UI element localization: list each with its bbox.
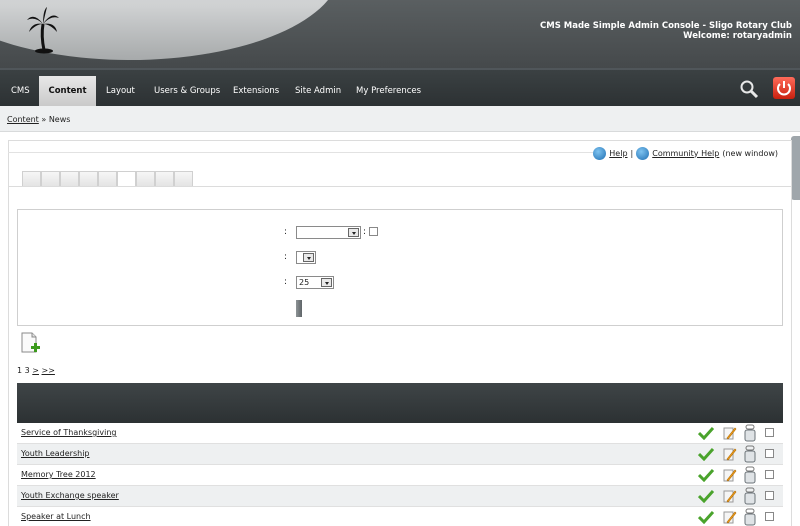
tab-3[interactable] bbox=[60, 171, 79, 187]
breadcrumb: Content » News bbox=[7, 115, 70, 124]
select-row-checkbox[interactable] bbox=[765, 428, 774, 437]
chevron-down-icon bbox=[321, 278, 332, 287]
table-row: Youth Exchange speaker bbox=[17, 486, 783, 507]
add-article-icon[interactable] bbox=[19, 332, 41, 354]
tab-5[interactable] bbox=[98, 171, 117, 187]
article-title-link[interactable]: Speaker at Lunch bbox=[21, 512, 91, 521]
chevron-down-icon bbox=[303, 253, 314, 262]
help-divider bbox=[8, 152, 602, 153]
tabs-underline bbox=[8, 186, 792, 187]
article-title-link[interactable]: Memory Tree 2012 bbox=[21, 470, 96, 479]
edit-pencil-icon[interactable] bbox=[723, 425, 737, 441]
search-icon[interactable] bbox=[739, 79, 759, 99]
tab-6-active[interactable] bbox=[117, 171, 136, 187]
edit-pencil-icon[interactable] bbox=[723, 488, 737, 504]
published-check-icon[interactable] bbox=[698, 510, 714, 524]
module-tabs bbox=[22, 171, 193, 187]
submit-button[interactable] bbox=[296, 300, 302, 317]
nav-my-preferences[interactable]: My Preferences bbox=[356, 70, 421, 106]
community-help-link[interactable]: Community Help bbox=[652, 149, 719, 158]
nav-users-groups[interactable]: Users & Groups bbox=[154, 70, 220, 106]
published-check-icon[interactable] bbox=[698, 489, 714, 503]
nav-layout[interactable]: Layout bbox=[106, 70, 135, 106]
article-title-link[interactable]: Youth Leadership bbox=[21, 449, 90, 458]
tab-1[interactable] bbox=[22, 171, 41, 187]
copy-article-icon[interactable] bbox=[744, 466, 756, 484]
logout-power-icon[interactable] bbox=[773, 77, 795, 99]
breadcrumb-bar: Content » News bbox=[0, 106, 800, 132]
tab-4[interactable] bbox=[79, 171, 98, 187]
edit-pencil-icon[interactable] bbox=[723, 446, 737, 462]
filter-sort-colon: : bbox=[284, 252, 288, 262]
select-row-checkbox[interactable] bbox=[765, 470, 774, 479]
copy-article-icon[interactable] bbox=[744, 487, 756, 505]
table-row: Service of Thanksgiving bbox=[17, 423, 783, 444]
tab-9[interactable] bbox=[174, 171, 193, 187]
nav-site-admin[interactable]: Site Admin bbox=[295, 70, 341, 106]
nav-content[interactable]: Content bbox=[39, 76, 96, 108]
nav-extensions[interactable]: Extensions bbox=[233, 70, 279, 106]
side-drawer-tab[interactable] bbox=[791, 136, 800, 200]
app-header: CMS Made Simple Admin Console - Sligo Ro… bbox=[0, 0, 800, 68]
copy-article-icon[interactable] bbox=[744, 445, 756, 463]
breadcrumb-separator: » bbox=[38, 115, 49, 124]
articles-table-header bbox=[17, 383, 783, 423]
page-size-select[interactable]: 25 bbox=[296, 276, 334, 289]
main-nav: CMS Content Layout Users & Groups Extens… bbox=[0, 68, 800, 108]
breadcrumb-content-link[interactable]: Content bbox=[7, 115, 39, 124]
help-separator: | bbox=[630, 148, 634, 158]
chevron-down-icon bbox=[348, 228, 359, 237]
pager-current-page: 1 bbox=[17, 366, 23, 375]
filter-box bbox=[17, 209, 783, 326]
article-title-link[interactable]: Youth Exchange speaker bbox=[21, 491, 119, 500]
select-row-checkbox[interactable] bbox=[765, 512, 774, 521]
edit-pencil-icon[interactable] bbox=[723, 467, 737, 483]
table-row: Memory Tree 2012 bbox=[17, 465, 783, 486]
category-select[interactable] bbox=[296, 226, 361, 239]
table-row: Speaker at Lunch bbox=[17, 507, 783, 526]
show-children-checkbox[interactable] bbox=[369, 227, 378, 236]
pagination: 1 3 > >> bbox=[17, 366, 55, 375]
copy-article-icon[interactable] bbox=[744, 424, 756, 442]
breadcrumb-current: News bbox=[48, 115, 71, 124]
welcome-user: Welcome: rotaryadmin bbox=[683, 31, 792, 41]
article-title-link[interactable]: Service of Thanksgiving bbox=[21, 428, 117, 437]
tab-7[interactable] bbox=[136, 171, 155, 187]
site-title: CMS Made Simple Admin Console - Sligo Ro… bbox=[540, 21, 792, 31]
nav-cms[interactable]: CMS bbox=[11, 70, 30, 106]
new-window-note: (new window) bbox=[722, 148, 778, 158]
select-row-checkbox[interactable] bbox=[765, 491, 774, 500]
published-check-icon[interactable] bbox=[698, 447, 714, 461]
palm-tree-logo-icon[interactable] bbox=[26, 6, 60, 56]
filter-subcat-colon: : bbox=[363, 227, 367, 237]
published-check-icon[interactable] bbox=[698, 468, 714, 482]
header-title: CMS Made Simple Admin Console - Sligo Ro… bbox=[540, 21, 792, 41]
copy-article-icon[interactable] bbox=[744, 508, 756, 526]
pager-total-pages: 3 bbox=[24, 366, 30, 375]
table-row: Youth Leadership bbox=[17, 444, 783, 465]
select-row-checkbox[interactable] bbox=[765, 449, 774, 458]
sort-select[interactable] bbox=[296, 251, 316, 264]
published-check-icon[interactable] bbox=[698, 426, 714, 440]
tab-8[interactable] bbox=[155, 171, 174, 187]
page-size-value: 25 bbox=[299, 278, 310, 287]
pager-next-link[interactable]: > bbox=[32, 366, 39, 375]
help-icon[interactable] bbox=[593, 146, 607, 160]
pager-last-link[interactable]: >> bbox=[42, 366, 55, 375]
tab-2[interactable] bbox=[41, 171, 60, 187]
edit-pencil-icon[interactable] bbox=[723, 509, 737, 525]
help-link[interactable]: Help bbox=[609, 149, 627, 158]
filter-category-colon: : bbox=[284, 227, 288, 237]
community-help-icon[interactable] bbox=[636, 146, 650, 160]
filter-pagesize-colon: : bbox=[284, 277, 288, 287]
help-row: Help | Community Help (new window) bbox=[593, 146, 778, 160]
